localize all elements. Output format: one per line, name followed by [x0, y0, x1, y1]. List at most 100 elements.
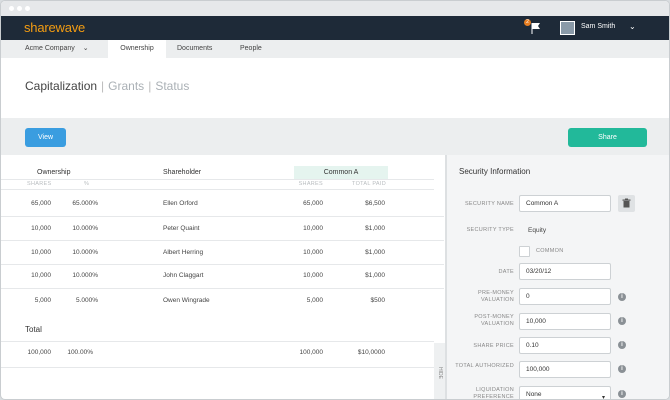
common-shares-cell: 10,000 — [303, 225, 323, 232]
security-name-label: SECURITY NAME — [464, 201, 514, 207]
divider — [1, 341, 434, 342]
app-window: sharewave 2 Sam Smith ⌄ Acme Company ⌄ O… — [0, 0, 670, 400]
chevron-down-icon[interactable]: ⌄ — [629, 22, 636, 31]
info-icon[interactable]: i — [618, 365, 626, 373]
shareholder-cell[interactable]: Peter Quaint — [163, 225, 200, 232]
common-shares-cell: 65,000 — [303, 200, 323, 207]
tab-people[interactable]: People — [240, 40, 262, 58]
title-status[interactable]: Status — [155, 79, 189, 93]
divider — [1, 179, 434, 180]
liquidation-value: None — [526, 391, 542, 398]
subheader-shares: SHARES — [27, 181, 52, 187]
divider — [1, 216, 444, 217]
company-selector[interactable]: Acme Company ⌄ — [25, 40, 89, 58]
share-button[interactable]: Share — [568, 128, 647, 147]
shareholder-cell[interactable]: John Claggart — [163, 272, 203, 279]
shares-cell: 5,000 — [34, 297, 51, 304]
title-separator: | — [101, 79, 105, 93]
date-input[interactable]: 03/20/12 — [519, 263, 611, 280]
total-paid-cell: $500 — [370, 297, 385, 304]
total-shares: 100,000 — [27, 349, 52, 356]
total-authorized-input[interactable]: 100,000 — [519, 361, 611, 378]
cap-table: Ownership Shareholder Common A SHARES % … — [1, 155, 445, 399]
chevron-down-icon: ▾ — [601, 395, 605, 400]
divider — [1, 189, 434, 190]
info-icon[interactable]: i — [618, 390, 626, 398]
subheader-total-paid: TOTAL PAID — [352, 181, 386, 187]
shares-cell: 10,000 — [31, 272, 51, 279]
common-label: COMMON — [536, 248, 564, 254]
header-shareholder: Shareholder — [163, 169, 202, 176]
shareholder-cell[interactable]: Ellen Orford — [163, 200, 198, 207]
share-price-label: SHARE PRICE — [473, 343, 514, 349]
tab-documents[interactable]: Documents — [177, 40, 212, 58]
delete-button[interactable] — [618, 195, 635, 212]
top-nav: sharewave 2 Sam Smith ⌄ — [1, 16, 669, 40]
page-title: Capitalization | Grants | Status — [25, 79, 189, 93]
window-dot — [17, 6, 22, 11]
user-name[interactable]: Sam Smith — [581, 23, 615, 30]
divider — [1, 264, 444, 265]
header-common-a: Common A — [294, 166, 388, 179]
company-name: Acme Company — [25, 45, 75, 52]
divider — [1, 240, 444, 241]
security-type-label: SECURITY TYPE — [466, 227, 514, 233]
title-grants[interactable]: Grants — [108, 79, 144, 93]
liquidation-select[interactable]: None ▾ — [519, 386, 611, 400]
info-icon[interactable]: i — [618, 317, 626, 325]
subheader-shares: SHARES — [298, 181, 323, 187]
total-common-shares: 100,000 — [299, 349, 324, 356]
postmoney-label: POST-MONEY VALUATION — [474, 314, 514, 327]
total-paid-cell: $6,500 — [365, 200, 385, 207]
header-ownership: Ownership — [37, 169, 71, 176]
common-shares-cell: 10,000 — [303, 249, 323, 256]
security-panel: Security Information SECURITY NAME Commo… — [447, 155, 669, 400]
tab-ownership[interactable]: Ownership — [108, 40, 166, 58]
total-authorized-label: TOTAL AUTHORIZED — [455, 363, 514, 369]
total-paid-cell: $1,000 — [365, 272, 385, 279]
premoney-label: PRE-MONEY VALUATION — [477, 290, 514, 303]
sub-nav: Acme Company ⌄ Ownership Documents Peopl… — [1, 40, 669, 58]
share-price-input[interactable]: 0.10 — [519, 337, 611, 354]
info-icon[interactable]: i — [618, 293, 626, 301]
date-label: DATE — [498, 269, 514, 275]
window-dot — [9, 6, 14, 11]
shareholder-cell[interactable]: Albert Herring — [163, 249, 203, 256]
subheader-percent: % — [84, 181, 90, 187]
avatar[interactable] — [560, 21, 575, 35]
percent-cell: 10.000% — [72, 249, 98, 256]
window-chrome — [1, 1, 669, 16]
common-shares-cell: 5,000 — [306, 297, 323, 304]
percent-cell: 5.000% — [75, 297, 98, 304]
common-checkbox[interactable] — [519, 246, 530, 257]
liquidation-label: LIQUIDATION PREFERENCE — [473, 387, 514, 400]
common-shares-cell: 10,000 — [303, 272, 323, 279]
shares-cell: 10,000 — [31, 249, 51, 256]
shares-cell: 10,000 — [31, 225, 51, 232]
info-icon[interactable]: i — [618, 341, 626, 349]
postmoney-input[interactable]: 10,000 — [519, 313, 611, 330]
notification-badge: 2 — [524, 19, 531, 26]
percent-cell: 65.000% — [72, 200, 98, 207]
trash-icon — [622, 198, 631, 208]
hide-label[interactable]: HIDE — [437, 367, 443, 379]
brand-logo[interactable]: sharewave — [24, 20, 85, 35]
percent-cell: 10.000% — [72, 225, 98, 232]
total-percent: 100.00% — [67, 349, 93, 356]
divider — [1, 367, 434, 368]
percent-cell: 10.000% — [72, 272, 98, 279]
chevron-down-icon: ⌄ — [82, 45, 89, 52]
security-type-value: Equity — [528, 227, 547, 234]
security-name-input[interactable]: Common A — [519, 195, 611, 212]
total-paid-cell: $1,000 — [365, 249, 385, 256]
security-title: Security Information — [459, 167, 531, 176]
window-dot — [25, 6, 30, 11]
view-button[interactable]: View — [25, 128, 66, 147]
total-paid: $10,0000 — [357, 349, 385, 356]
shareholder-cell[interactable]: Owen Wingrade — [163, 297, 210, 304]
toolbar: View Share — [1, 118, 669, 155]
premoney-input[interactable]: 0 — [519, 288, 611, 305]
total-label: Total — [25, 325, 42, 334]
divider — [1, 288, 444, 289]
title-capitalization[interactable]: Capitalization — [25, 79, 97, 93]
